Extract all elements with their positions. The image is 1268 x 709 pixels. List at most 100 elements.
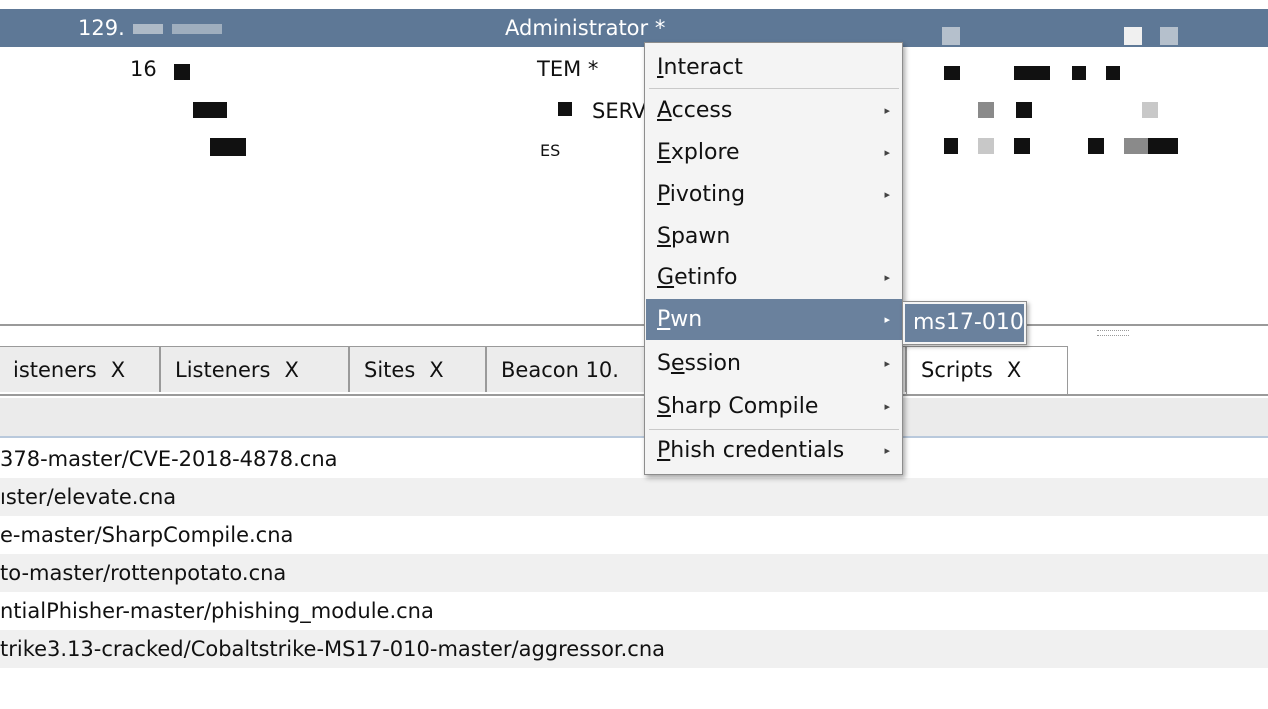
menu-item-interact[interactable]: Interact [646, 47, 902, 88]
session-row-selected[interactable]: 129. Administrator * [0, 9, 1268, 47]
script-path: trike3.13-cracked/Cobaltstrike-MS17-010-… [0, 637, 666, 661]
redacted-block [174, 64, 190, 80]
menu-item-getinfo[interactable]: Getinfo ▸ [646, 257, 902, 298]
menu-item-explore[interactable]: Explore ▸ [646, 132, 902, 173]
menu-label: pawn [670, 224, 731, 249]
tab-label: isteners [13, 358, 97, 382]
tab-label: Beacon 10. [501, 358, 619, 382]
scripts-table: 378-master/CVE-2018-4878.cna ıster/eleva… [0, 398, 1268, 709]
menu-item-access[interactable]: Access ▸ [646, 90, 902, 131]
tab-label: Listeners [175, 358, 271, 382]
menu-item-spawn[interactable]: Spawn [646, 216, 902, 257]
tab-sites[interactable]: Sites X [349, 346, 486, 392]
redacted-block [133, 24, 163, 34]
redacted-block [1148, 138, 1178, 154]
script-row[interactable]: ntialPhisher-master/phishing_module.cna [0, 592, 1268, 630]
menu-item-pivoting[interactable]: Pivoting ▸ [646, 174, 902, 215]
script-path: to-master/rottenpotato.cna [0, 561, 287, 585]
menu-mnemonic: P [657, 307, 671, 332]
menu-label: ccess [671, 98, 733, 123]
session-context-menu: Interact Access ▸ Explore ▸ Pivoting ▸ S… [644, 42, 903, 475]
menu-mnemonic: P [657, 182, 670, 207]
tab-bar: isteners X Listeners X Sites X Beacon 10. X… [0, 346, 1268, 394]
redacted-block [558, 102, 572, 116]
split-handle-grip[interactable] [1097, 330, 1129, 336]
script-path: ıster/elevate.cna [0, 485, 177, 509]
redacted-block [978, 102, 994, 118]
redacted-block [1124, 27, 1142, 45]
script-path: ntialPhisher-master/phishing_module.cna [0, 599, 434, 623]
tab-label: Sites [364, 358, 416, 382]
tab-listeners-2[interactable]: Listeners X [160, 346, 349, 392]
session-row[interactable]: 16 TEM * [0, 50, 1268, 92]
redacted-block [210, 138, 246, 156]
menu-label: wn [670, 307, 703, 332]
redacted-block [1072, 66, 1086, 80]
menu-mnemonic: e [670, 351, 685, 376]
session-user: TEM * [537, 57, 599, 81]
menu-mnemonic: G [657, 265, 675, 290]
script-row[interactable]: e-master/SharpCompile.cna [0, 516, 1268, 554]
session-row[interactable]: ES [0, 134, 1268, 176]
menu-label: hish credentials [670, 438, 845, 463]
menu-item-session[interactable]: Session ▸ [646, 343, 902, 384]
redacted-block [1106, 66, 1120, 80]
scripts-table-header[interactable] [0, 398, 1268, 438]
submenu-arrow-icon: ▸ [884, 313, 890, 326]
redacted-block [193, 102, 227, 118]
submenu-arrow-icon: ▸ [884, 444, 890, 457]
script-row[interactable]: ıster/elevate.cna [0, 478, 1268, 516]
script-row[interactable]: 378-master/CVE-2018-4878.cna [0, 440, 1268, 478]
pwn-submenu: ms17-010 [902, 301, 1027, 345]
redacted-block [1014, 138, 1030, 154]
menu-label: nteract [663, 55, 743, 80]
sessions-table: 129. Administrator * 16 TEM * SERV ES [0, 0, 1268, 326]
tab-close-icon[interactable]: X [111, 358, 125, 382]
menu-mnemonic: S [657, 224, 671, 249]
submenu-arrow-icon: ▸ [884, 357, 890, 370]
submenu-arrow-icon: ▸ [884, 104, 890, 117]
menu-item-sharp-compile[interactable]: Sharp Compile ▸ [646, 386, 902, 427]
redacted-block [1016, 102, 1032, 118]
redacted-block [1088, 138, 1104, 154]
tab-label: Scripts [921, 358, 993, 382]
redacted-block [942, 27, 960, 45]
menu-label: harp Compile [670, 394, 819, 419]
menu-item-pwn[interactable]: Pwn ▸ [646, 299, 902, 340]
tab-scripts[interactable]: Scripts X [906, 346, 1068, 394]
tab-listeners-1[interactable]: isteners X [0, 346, 160, 392]
submenu-item-ms17-010[interactable]: ms17-010 [905, 304, 1024, 342]
submenu-arrow-icon: ▸ [884, 188, 890, 201]
tab-close-icon[interactable]: X [284, 358, 298, 382]
redacted-block [172, 24, 222, 34]
session-user: SERV [592, 99, 647, 123]
redacted-block [944, 66, 960, 80]
menu-mnemonic: E [657, 140, 671, 165]
menu-label: ivoting [669, 182, 746, 207]
menu-label: etinfo [674, 265, 738, 290]
splitter-bar[interactable] [0, 324, 1268, 326]
redacted-block [1142, 102, 1158, 118]
menu-mnemonic: P [657, 438, 671, 463]
session-user: Administrator * [505, 16, 666, 40]
tab-close-icon[interactable]: X [1007, 358, 1021, 382]
menu-item-phish-credentials[interactable]: Phish credentials ▸ [646, 430, 902, 471]
submenu-arrow-icon: ▸ [884, 271, 890, 284]
redacted-block [1124, 138, 1148, 154]
submenu-arrow-icon: ▸ [884, 146, 890, 159]
menu-label: xplore [670, 140, 740, 165]
script-path: e-master/SharpCompile.cna [0, 523, 294, 547]
tab-underline [0, 394, 1268, 396]
menu-separator [649, 88, 899, 89]
session-external-ip: 129. [78, 16, 125, 40]
menu-label: ssion [684, 351, 741, 376]
script-row[interactable]: trike3.13-cracked/Cobaltstrike-MS17-010-… [0, 630, 1268, 668]
session-row[interactable]: SERV [0, 92, 1268, 134]
script-row[interactable]: to-master/rottenpotato.cna [0, 554, 1268, 592]
tab-close-icon[interactable]: X [429, 358, 443, 382]
redacted-block [1014, 66, 1050, 80]
session-user: ES [540, 141, 561, 160]
menu-mnemonic: A [657, 98, 672, 123]
submenu-arrow-icon: ▸ [884, 400, 890, 413]
menu-label: S [657, 351, 671, 376]
